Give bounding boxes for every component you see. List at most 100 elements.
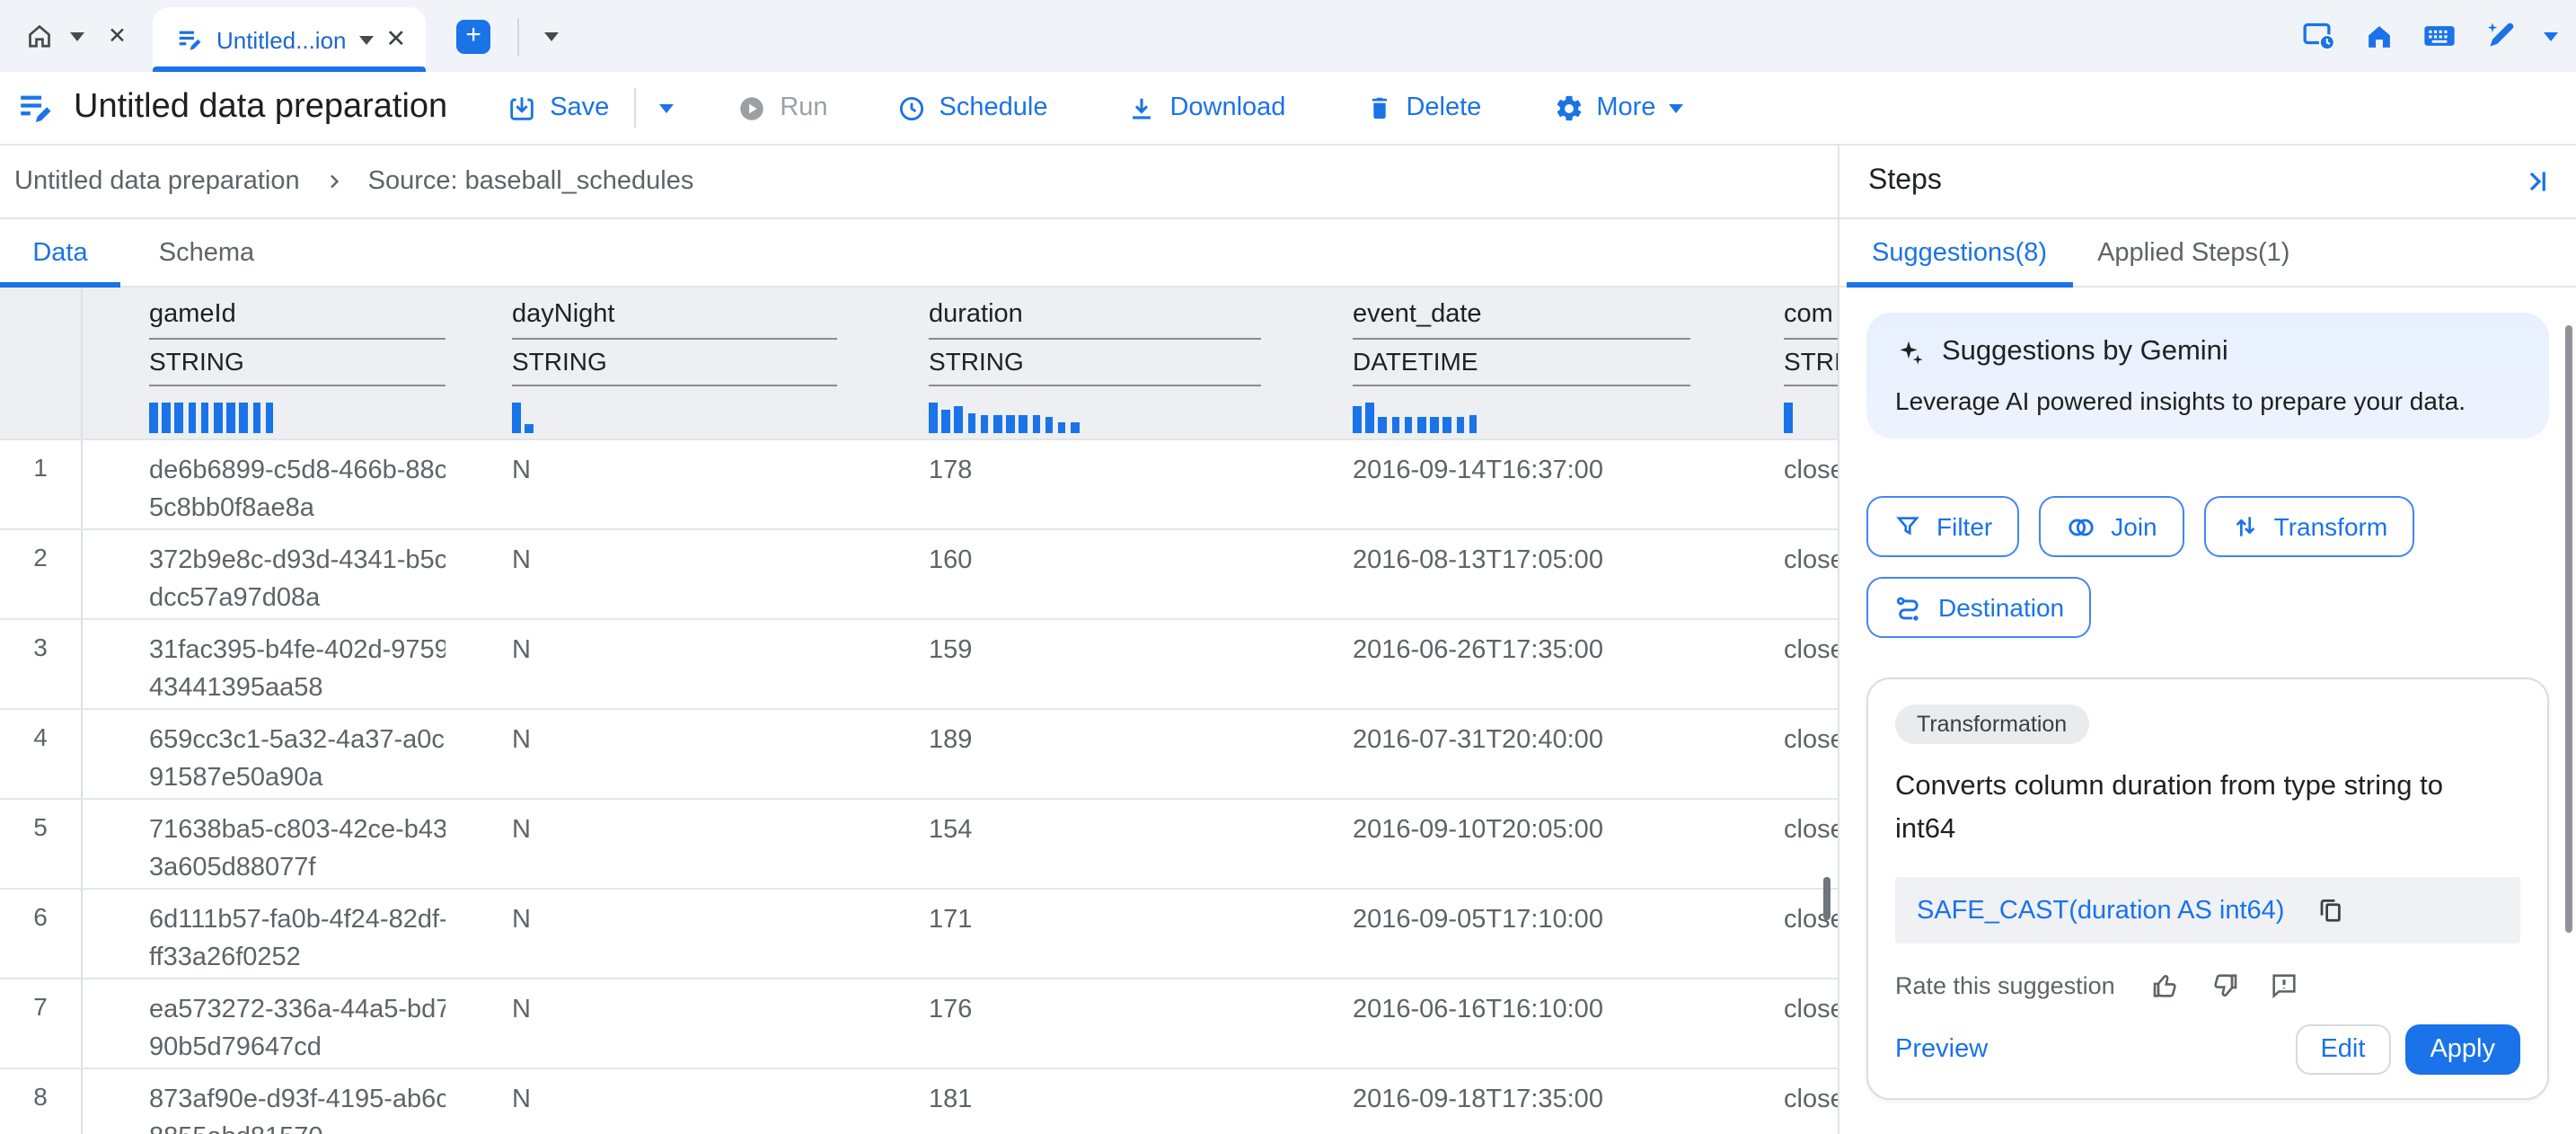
cell-event_date[interactable]: 2016-07-31T20:40:00 [1286,710,1716,798]
cell-duration[interactable]: 154 [862,800,1286,888]
cell-event_date[interactable]: 2016-09-10T20:05:00 [1286,800,1716,888]
cell-gameId[interactable]: de6b6899-c5d8-466b-88c4-5c8bb0f8ae8a [83,440,446,528]
cell-duration[interactable]: 160 [862,530,1286,618]
hist-bar [1469,415,1477,433]
magic-pen-icon[interactable] [2483,18,2519,54]
cell-com[interactable]: close [1716,800,1838,888]
cell-dayNight[interactable]: N [446,979,862,1068]
table-row[interactable]: 7ea573272-336a-44a5-bd74-90b5d79647cdN17… [0,979,1838,1069]
home-tab-icon[interactable] [23,20,56,52]
cell-dayNight[interactable]: N [446,890,862,978]
transform-button[interactable]: Transform [2204,496,2415,557]
column-header-dayNight[interactable]: dayNightSTRING [446,288,862,439]
preview-button[interactable]: Preview [1895,1035,1988,1064]
session-devices-icon[interactable] [2301,18,2337,54]
cell-dayNight[interactable]: N [446,440,862,528]
table-row[interactable]: 8873af90e-d93f-4195-ab6c-8855abd81570N18… [0,1069,1838,1134]
cell-dayNight[interactable]: N [446,530,862,618]
download-button[interactable]: Download [1107,72,1305,144]
tab-overflow-caret-icon[interactable] [544,31,559,40]
table-row[interactable]: 1de6b6899-c5d8-466b-88c4-5c8bb0f8ae8aN17… [0,440,1838,530]
cell-event_date[interactable]: 2016-09-05T17:10:00 [1286,890,1716,978]
column-header-gameId[interactable]: gameIdSTRING [83,288,446,439]
tab-untitled-data-preparation[interactable]: Untitled...ion ✕ [154,7,426,72]
table-row[interactable]: 66d111b57-fa0b-4f24-82df-ff33a26f0252N17… [0,890,1838,979]
tab-close-icon[interactable]: ✕ [386,28,407,52]
cell-duration[interactable]: 178 [862,440,1286,528]
cell-gameId[interactable]: 6d111b57-fa0b-4f24-82df-ff33a26f0252 [83,890,446,978]
cell-event_date[interactable]: 2016-06-16T16:10:00 [1286,979,1716,1068]
save-button[interactable]: Save [487,72,629,144]
hist-bar [1443,417,1451,433]
run-button[interactable]: Run [717,72,847,144]
steps-panel: Steps Suggestions(8) Applied Steps(1) [1838,146,2576,1134]
tab-caret-icon[interactable] [359,35,374,44]
table-row[interactable]: 571638ba5-c803-42ce-b433-3a605d88077fN15… [0,800,1838,890]
hist-bar [1058,422,1066,433]
delete-button[interactable]: Delete [1345,72,1501,144]
thumb-up-icon[interactable] [2151,970,2182,1001]
table-scrollbar-thumb[interactable] [1823,877,1831,920]
cell-duration[interactable]: 171 [862,890,1286,978]
cell-gameId[interactable]: 873af90e-d93f-4195-ab6c-8855abd81570 [83,1069,446,1134]
column-header-duration[interactable]: durationSTRING [862,288,1286,439]
cell-duration[interactable]: 176 [862,979,1286,1068]
destination-button[interactable]: Destination [1866,577,2091,638]
table-row[interactable]: 2372b9e8c-d93d-4341-b5c6-dcc57a97d08aN16… [0,530,1838,620]
hist-bar [1405,417,1413,433]
cell-gameId[interactable]: 71638ba5-c803-42ce-b433-3a605d88077f [83,800,446,888]
apply-button[interactable]: Apply [2404,1024,2520,1075]
cell-dayNight[interactable]: N [446,800,862,888]
feedback-icon[interactable] [2270,970,2300,1001]
cell-dayNight[interactable]: N [446,620,862,708]
breadcrumb-item[interactable]: Untitled data preparation [14,167,300,196]
home-tab-caret-icon[interactable] [70,31,84,40]
home-tab-close-icon[interactable]: ✕ [108,25,127,48]
keyboard-icon[interactable] [2422,18,2457,54]
thumb-down-icon[interactable] [2210,970,2241,1001]
cell-com[interactable]: close [1716,1069,1838,1134]
cell-gameId[interactable]: 372b9e8c-d93d-4341-b5c6-dcc57a97d08a [83,530,446,618]
suggestion-code[interactable]: SAFE_CAST(duration AS int64) [1917,896,2284,925]
cell-event_date[interactable]: 2016-08-13T17:05:00 [1286,530,1716,618]
destination-icon [1893,592,1924,623]
cell-com[interactable]: close [1716,440,1838,528]
tools-caret-icon[interactable] [2544,31,2558,40]
cell-com[interactable]: close [1716,710,1838,798]
tab-schema[interactable]: Schema [135,219,278,286]
gemini-banner-subtitle: Leverage AI powered insights to prepare … [1895,386,2520,415]
cell-dayNight[interactable]: N [446,710,862,798]
table-row[interactable]: 331fac395-b4fe-402d-9759-43441395aa58N15… [0,620,1838,710]
new-tab-button[interactable]: + [456,19,490,53]
cell-event_date[interactable]: 2016-09-18T17:35:00 [1286,1069,1716,1134]
column-header-event_date[interactable]: event_dateDATETIME [1286,288,1716,439]
table-row[interactable]: 4659cc3c1-5a32-4a37-a0c8-91587e50a90aN18… [0,710,1838,800]
cell-com[interactable]: close [1716,979,1838,1068]
column-header-com[interactable]: comSTRI [1716,288,1838,439]
cell-duration[interactable]: 181 [862,1069,1286,1134]
tab-suggestions[interactable]: Suggestions(8) [1847,219,2072,286]
cell-event_date[interactable]: 2016-09-14T16:37:00 [1286,440,1716,528]
save-caret-icon[interactable] [659,103,674,112]
cell-gameId[interactable]: ea573272-336a-44a5-bd74-90b5d79647cd [83,979,446,1068]
copy-icon[interactable] [2316,897,2343,924]
collapse-panel-icon[interactable] [2520,165,2553,198]
cell-duration[interactable]: 159 [862,620,1286,708]
cell-event_date[interactable]: 2016-06-26T17:35:00 [1286,620,1716,708]
filter-button[interactable]: Filter [1866,496,2019,557]
cell-gameId[interactable]: 659cc3c1-5a32-4a37-a0c8-91587e50a90a [83,710,446,798]
home-icon[interactable] [2362,19,2396,53]
edit-button[interactable]: Edit [2295,1024,2390,1075]
join-button[interactable]: Join [2039,496,2183,557]
cell-dayNight[interactable]: N [446,1069,862,1134]
tab-data[interactable]: Data [0,219,120,286]
cell-gameId[interactable]: 31fac395-b4fe-402d-9759-43441395aa58 [83,620,446,708]
cell-com[interactable]: close [1716,620,1838,708]
schedule-button[interactable]: Schedule [877,72,1068,144]
cell-com[interactable]: close [1716,890,1838,978]
tab-applied-steps[interactable]: Applied Steps(1) [2072,219,2315,286]
cell-duration[interactable]: 189 [862,710,1286,798]
more-button[interactable]: More [1533,72,1702,144]
cell-com[interactable]: close [1716,530,1838,618]
panel-scrollbar-thumb[interactable] [2565,325,2572,933]
